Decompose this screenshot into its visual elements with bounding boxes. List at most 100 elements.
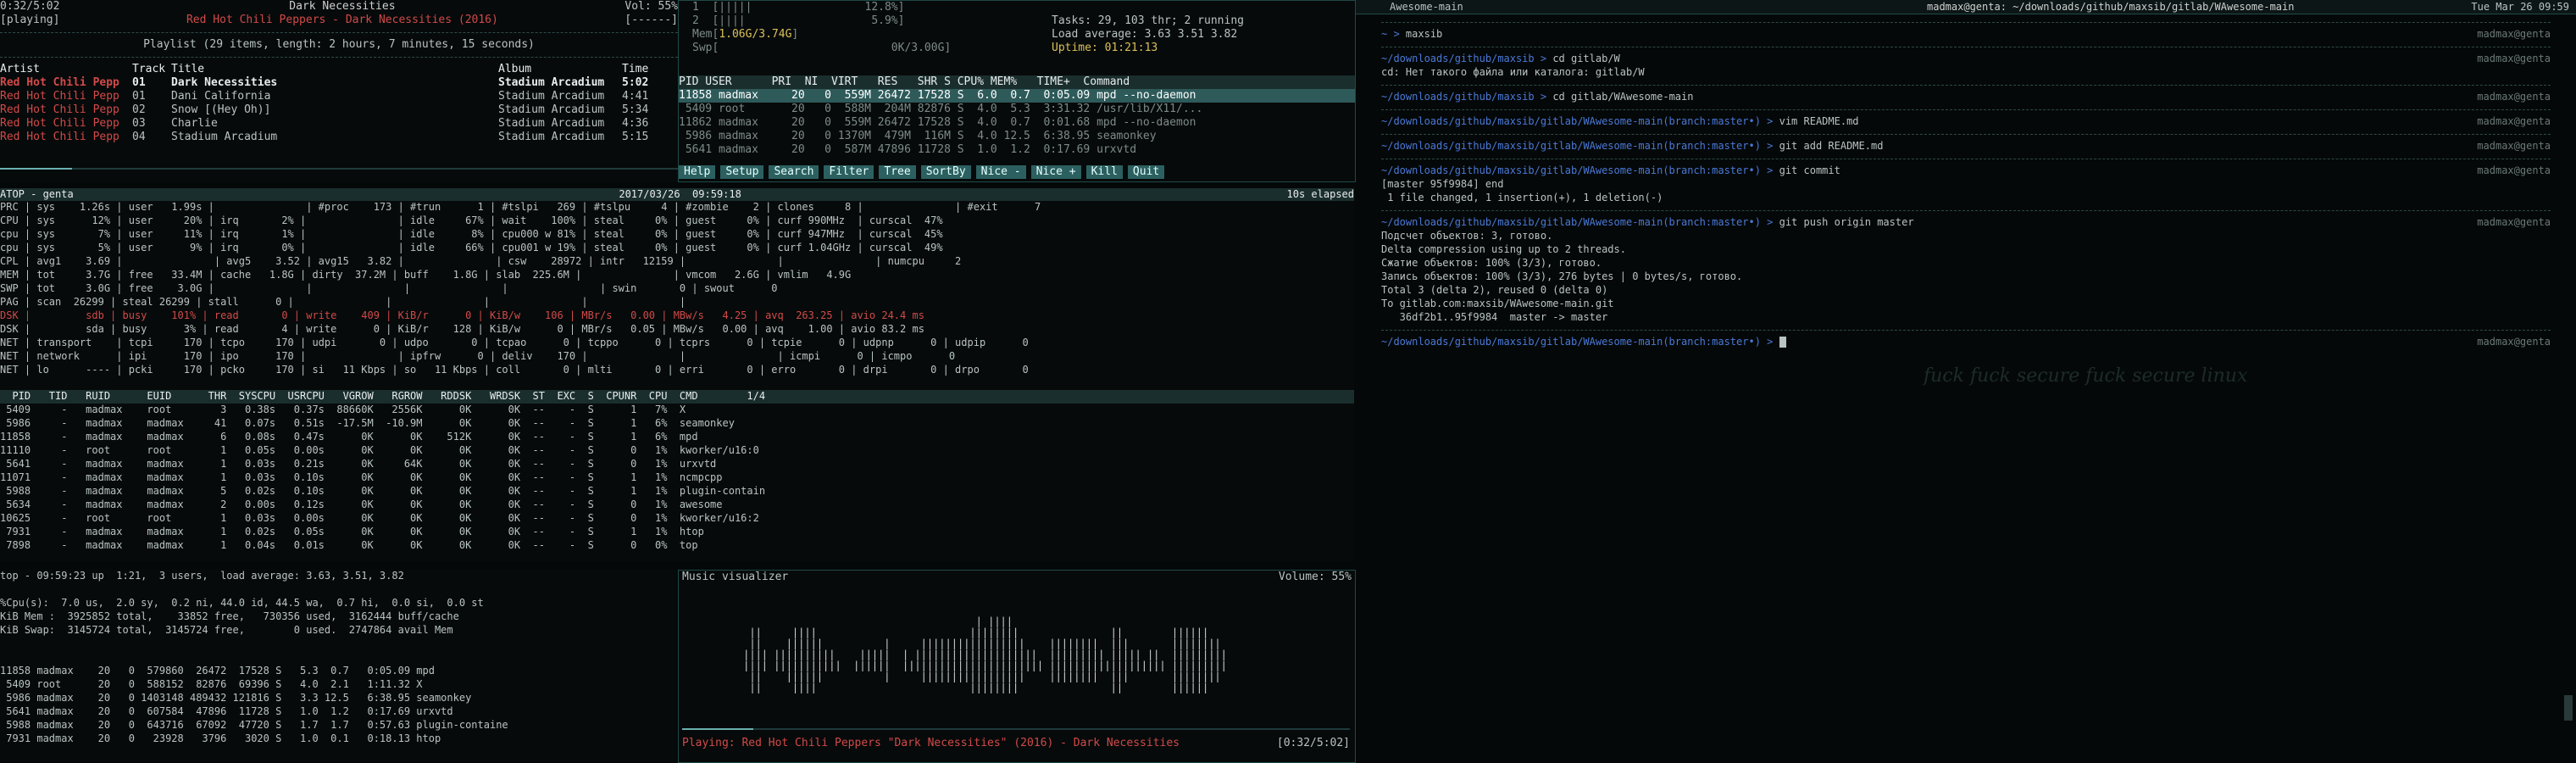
htop-setup-button[interactable]: Setup xyxy=(720,165,764,179)
cell: Red Hot Chili Pepp xyxy=(0,117,119,130)
playlist-row[interactable]: Red Hot Chili Pepp 01 Dark Necessities Stad… xyxy=(0,76,678,90)
htop-load: Load average: 3.63 3.51 3.82 xyxy=(1052,28,1238,41)
command: cd gitlab/WAwesome-main xyxy=(1552,91,1694,103)
atop-line: NET | transport | tcpi 170 | tcpo 170 | … xyxy=(0,337,1029,348)
prompt: ~/downloads/github/maxsib > xyxy=(1381,91,1547,103)
visualizer-volume: Volume: 55% xyxy=(1278,571,1352,583)
atop-elapsed: 10s elapsed xyxy=(1286,188,1354,200)
htop-pane[interactable]: 1 [||||| 12.8%] 2 [|||| 5.9%] Mem[1.06G/… xyxy=(678,0,1356,182)
atop-proc-row[interactable]: 10625 - root root 1 0.03s 0.00s 0K 0K 0K… xyxy=(0,512,1354,526)
cell: Red Hot Chili Pepp xyxy=(0,131,119,143)
col-track: Track xyxy=(132,63,166,75)
atop-proc-row[interactable]: 11110 - root root 1 0.05s 0.00s 0K 0K 0K… xyxy=(0,444,1354,458)
atop-proc-row[interactable]: 5641 - madmax madmax 1 0.03s 0.21s 0K 64… xyxy=(0,458,1354,471)
cell: Red Hot Chili Pepp xyxy=(0,76,119,89)
scrollbar[interactable] xyxy=(2564,695,2573,721)
top-proc-row[interactable]: 5409 root 20 0 588152 82876 69396 S 4.0 … xyxy=(0,678,676,692)
top-line xyxy=(0,638,676,651)
atop-proc-row[interactable]: 7898 - madmax madmax 1 0.04s 0.01s 0K 0K… xyxy=(0,539,1354,553)
htop-row[interactable]: 5409 root 20 0 588M 204M 82876 S 4.0 5.3… xyxy=(679,103,1355,116)
cell: 03 xyxy=(132,117,146,130)
cell: Stadium Arcadium xyxy=(498,131,605,143)
command: git push origin master xyxy=(1779,216,1914,228)
htop-function-bar: Help Setup Search Filter Tree SortBy Nice - Nic… xyxy=(679,165,1355,179)
htop-help-button[interactable]: Help xyxy=(679,165,716,179)
host-label: madmax@genta xyxy=(2477,28,2551,40)
atop-proc-row[interactable]: 5409 - madmax root 3 0.38s 0.37s 88660K … xyxy=(0,404,1354,417)
top-line: top - 09:59:23 up 1:21, 3 users, load av… xyxy=(0,570,404,582)
playlist-row[interactable]: Red Hot Chili Pepp 04 Stadium Arcadium Stad… xyxy=(0,131,678,144)
host-label: madmax@genta xyxy=(2477,115,2551,127)
visualizer-title: Music visualizer xyxy=(682,571,789,583)
atop-proc-row[interactable]: 7931 - madmax madmax 1 0.02s 0.05s 0K 0K… xyxy=(0,526,1354,539)
col-title: Title xyxy=(171,63,205,75)
clock: Tue Mar 26 09:59 xyxy=(2471,1,2569,13)
atop-line: cpu | sys 7% | user 11% | irq 1% | | idl… xyxy=(0,228,943,240)
prompt: ~/downloads/github/maxsib/gitlab/WAwesom… xyxy=(1381,336,1774,348)
prompt: ~/downloads/github/maxsib/gitlab/WAwesom… xyxy=(1381,164,1774,176)
cell: Red Hot Chili Pepp xyxy=(0,90,119,103)
top-pane[interactable]: top - 09:59:23 up 1:21, 3 users, load av… xyxy=(0,570,676,761)
htop-sortby-button[interactable]: SortBy xyxy=(920,165,971,179)
htop-quit-button[interactable]: Quit xyxy=(1127,165,1165,179)
host-label: madmax@genta xyxy=(2477,216,2551,228)
output-line: [master 95f9984] end xyxy=(1381,178,1504,190)
htop-row[interactable]: 5986 madmax 20 0 1370M 479M 116M S 4.0 1… xyxy=(679,130,1355,143)
htop-nice-minus-button[interactable]: Nice - xyxy=(975,165,1026,179)
top-proc-row[interactable]: 5986 madmax 20 0 1403148 489432 121816 S… xyxy=(0,692,676,705)
visualizer-pane[interactable]: Music visualizer Volume: 55% | |||| || |… xyxy=(678,570,1356,763)
visualizer-progress[interactable] xyxy=(682,728,1350,730)
top-proc-row[interactable]: 5641 madmax 20 0 607584 47896 11728 S 1.… xyxy=(0,705,676,719)
playlist-row[interactable]: Red Hot Chili Pepp 01 Dani California Stadi… xyxy=(0,90,678,103)
col-artist: Artist xyxy=(0,63,40,75)
visualizer-status-text: Playing: Red Hot Chili Peppers "Dark Nec… xyxy=(682,737,1180,749)
htop-mem: 1.06G/3.74G xyxy=(719,28,792,41)
prompt: ~/downloads/github/maxsib/gitlab/WAwesom… xyxy=(1381,216,1774,228)
atop-pane[interactable]: ATOP - genta 2017/03/26 09:59:18 10s ela… xyxy=(0,188,1354,561)
cell: Stadium Arcadium xyxy=(498,103,605,116)
atop-line: cpu | sys 5% | user 9% | irq 0% | | idle… xyxy=(0,242,943,253)
cursor[interactable] xyxy=(1779,337,1786,348)
top-line xyxy=(0,651,676,665)
prompt: ~/downloads/github/maxsib > xyxy=(1381,53,1547,64)
atop-date: 2017/03/26 09:59:18 xyxy=(619,188,741,200)
htop-nice-plus-button[interactable]: Nice + xyxy=(1030,165,1081,179)
atop-proc-row[interactable]: 5986 - madmax madmax 41 0.07s 0.51s -17.… xyxy=(0,417,1354,431)
atop-proc-row[interactable]: 5988 - madmax madmax 5 0.02s 0.10s 0K 0K… xyxy=(0,485,1354,498)
output-line: Запись объектов: 100% (3/3), 276 bytes |… xyxy=(1381,270,1743,282)
playlist-row[interactable]: Red Hot Chili Pepp 03 Charlie Stadium Arcad… xyxy=(0,117,678,131)
atop-proc-row[interactable]: 11071 - madmax madmax 1 0.03s 0.10s 0K 0… xyxy=(0,471,1354,485)
htop-kill-button[interactable]: Kill xyxy=(1085,165,1123,179)
progress-bar[interactable] xyxy=(0,168,678,170)
command: vim README.md xyxy=(1779,115,1859,127)
atop-line: MEM | tot 3.7G | free 33.4M | cache 1.8G… xyxy=(0,269,852,281)
htop-row[interactable]: 5641 madmax 20 0 587M 47896 11728 S 1.0 … xyxy=(679,143,1355,157)
playlist-row[interactable]: Red Hot Chili Pepp 02 Snow [(Hey Oh)] Stadi… xyxy=(0,103,678,117)
player-title: Dark Necessities xyxy=(289,0,396,13)
htop-search-button[interactable]: Search xyxy=(769,165,819,179)
htop-filter-button[interactable]: Filter xyxy=(824,165,874,179)
output-line: Total 3 (delta 2), reused 0 (delta 0) xyxy=(1381,284,1608,296)
htop-row-selected[interactable]: 11858 madmax 20 0 559M 26472 17528 S 6.0… xyxy=(679,89,1355,103)
top-proc-row[interactable]: 5988 madmax 20 0 643716 67092 47720 S 1.… xyxy=(0,719,676,732)
progress-fill xyxy=(0,168,72,170)
top-proc-row[interactable]: 11858 madmax 20 0 579860 26472 17528 S 5… xyxy=(0,665,676,678)
htop-tree-button[interactable]: Tree xyxy=(879,165,916,179)
atop-line: DSK | sda | busy 3% | read 4 | write 0 |… xyxy=(0,323,924,335)
cell: Dark Necessities xyxy=(171,76,278,89)
prompt: ~ > xyxy=(1381,28,1400,40)
top-line: %Cpu(s): 7.0 us, 2.0 sy, 0.2 ni, 44.0 id… xyxy=(0,597,484,609)
cell: 5:34 xyxy=(622,103,649,116)
cell: Dani California xyxy=(171,90,271,103)
atop-proc-row[interactable]: 11858 - madmax madmax 6 0.08s 0.47s 0K 0… xyxy=(0,431,1354,444)
output-line: 1 file changed, 1 insertion(+), 1 deleti… xyxy=(1381,192,1663,203)
atop-line: CPL | avg1 3.69 | | avg5 3.52 | avg15 3.… xyxy=(0,255,962,267)
htop-row[interactable]: 11862 madmax 20 0 559M 26472 17528 S 4.0… xyxy=(679,116,1355,130)
command: git commit xyxy=(1779,164,1840,176)
atop-proc-row[interactable]: 5634 - madmax madmax 2 0.00s 0.12s 0K 0K… xyxy=(0,498,1354,512)
cell: Stadium Arcadium xyxy=(498,117,605,130)
player-repeat-flags: [------] xyxy=(625,14,678,26)
ncmpcpp-pane[interactable]: 0:32/5:02 Dark Necessities Vol: 55% [pla… xyxy=(0,0,678,182)
top-proc-row[interactable]: 7931 madmax 20 0 23928 3796 3020 S 1.0 0… xyxy=(0,732,676,746)
cell: 01 xyxy=(132,76,146,89)
